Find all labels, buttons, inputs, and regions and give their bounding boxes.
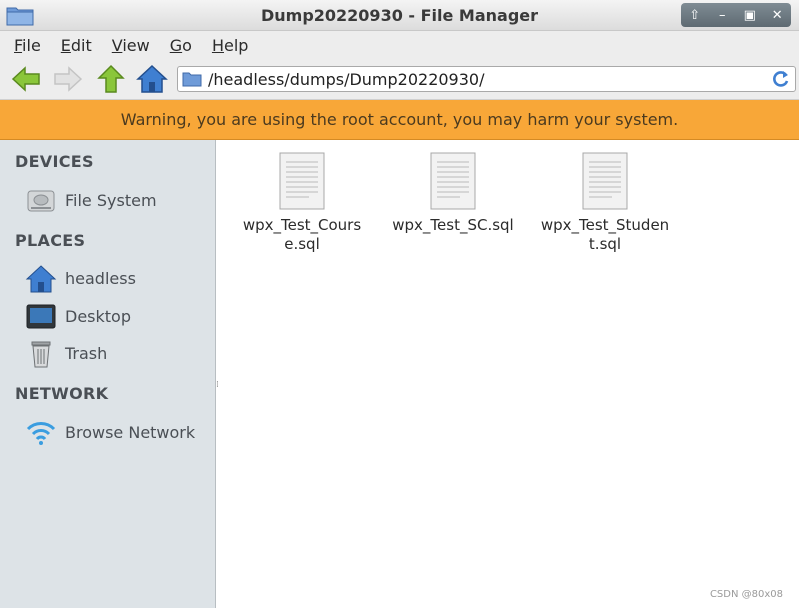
text-file-icon [582,152,628,210]
sidebar-item-label: headless [65,269,136,288]
sidebar-item-browse-network[interactable]: Browse Network [25,418,210,448]
file-name-line: wpx_Test_Cours [242,216,362,234]
close-button[interactable]: ✕ [768,6,786,24]
title-bar: Dump20220930 - File Manager ⇧ – ▣ ✕ [0,0,799,31]
file-name: wpx_Test_Studen t.sql [535,216,675,254]
menu-edit-mnemonic: E [60,35,71,55]
menu-help-mnemonic: H [211,35,224,55]
watermark: CSDN @80x08 [709,589,783,600]
restore-button[interactable]: ⇧ [686,6,704,24]
location-path: /headless/dumps/Dump20220930/ [208,70,485,89]
root-warning-bar: Warning, you are using the root account,… [0,100,799,140]
menu-view[interactable]: View [112,36,150,55]
sidebar-item-label: Browse Network [65,423,196,442]
menu-bar: File Edit View Go Help [0,31,799,59]
window-title: Dump20220930 - File Manager [260,6,539,25]
drive-icon [27,190,55,212]
window-controls: ⇧ – ▣ ✕ [681,3,791,27]
sidebar-heading-devices: DEVICES [15,152,94,171]
sidebar-item-file-system[interactable]: File System [25,186,210,216]
sidebar-item-desktop[interactable]: Desktop [25,302,210,332]
text-file-icon [279,152,325,210]
menu-go-rest: o [182,35,192,55]
menu-edit-rest: dit [70,35,92,55]
menu-help-rest: elp [223,35,249,55]
forward-icon[interactable] [52,63,84,95]
file-name-line: wpx_Test_SC.sql [392,216,514,234]
trash-icon [31,341,51,368]
menu-view-mnemonic: V [111,35,123,55]
sidebar-item-trash[interactable]: Trash [25,339,210,369]
menu-go-mnemonic: G [169,35,183,55]
file-view: wpx_Test_Cours e.sql wpx_Test_SC.sql wpx… [220,140,799,608]
up-icon[interactable] [95,63,127,95]
sidebar-heading-network: NETWORK [15,384,109,403]
sidebar-item-label: File System [65,191,157,210]
desktop-icon [26,304,56,329]
home-icon[interactable] [136,63,168,95]
menu-edit[interactable]: Edit [61,36,92,55]
file-item[interactable]: wpx_Test_SC.sql [383,152,523,235]
menu-help[interactable]: Help [212,36,248,55]
file-name-line: wpx_Test_Studen [540,216,670,234]
wifi-icon [26,422,56,445]
menu-file-rest: ile [22,35,41,55]
warning-text: Warning, you are using the root account,… [120,110,679,129]
location-bar[interactable]: /headless/dumps/Dump20220930/ [177,66,796,92]
reload-icon[interactable] [771,69,791,89]
maximize-button[interactable]: ▣ [741,6,759,24]
file-name: wpx_Test_SC.sql [383,216,523,235]
menu-view-rest: iew [122,35,150,55]
menu-file-mnemonic: F [14,35,23,55]
file-name: wpx_Test_Cours e.sql [232,216,372,254]
sidebar-item-label: Desktop [65,307,131,326]
file-item[interactable]: wpx_Test_Cours e.sql [232,152,372,254]
menu-file[interactable]: File [14,36,41,55]
file-name-line: e.sql [284,235,320,253]
sidebar-item-headless[interactable]: headless [25,264,210,294]
menu-go[interactable]: Go [170,36,192,55]
sidebar-heading-places: PLACES [15,231,86,250]
sidebar-item-label: Trash [65,344,108,363]
file-item[interactable]: wpx_Test_Studen t.sql [535,152,675,254]
toolbar: /headless/dumps/Dump20220930/ [0,59,799,100]
sidebar: DEVICES File System PLACES headless Desk… [0,140,216,608]
minimize-button[interactable]: – [713,6,731,24]
file-name-line: t.sql [588,235,622,253]
text-file-icon [430,152,476,210]
folder-icon [182,72,202,87]
back-icon[interactable] [10,63,42,95]
home-icon [25,265,57,293]
